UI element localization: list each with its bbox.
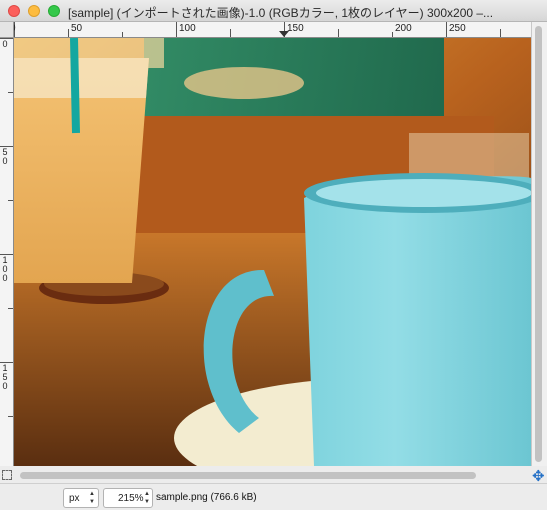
vruler-label: 0 [2,39,8,49]
horizontal-scroll-thumb[interactable] [20,472,476,479]
hruler-label-50: 50 [71,23,83,34]
horizontal-scrollbar-row [0,466,547,483]
close-window-button[interactable] [8,5,20,17]
quick-mask-toggle-icon[interactable] [2,470,12,480]
ruler-corner[interactable] [0,22,14,38]
hruler-label: 250 [449,23,466,34]
minimize-window-button[interactable] [28,5,40,17]
vruler-label: 5 0 [2,147,8,166]
status-bar: px ▲ ▼ 215% ▲ ▼ sample.png (766.6 kB) [0,483,547,510]
vertical-ruler[interactable]: 0 5 0 1 0 0 1 5 0 [0,38,14,466]
zoom-selector[interactable]: 215% ▲ ▼ [103,488,153,508]
maximize-window-button[interactable] [48,5,60,17]
unit-value: px [69,493,80,504]
hruler-label: 0 [14,23,16,34]
hruler-label: 150 [287,23,304,34]
zoom-stepper-icon[interactable]: ▲ ▼ [143,490,151,506]
vruler-label: 1 0 0 [2,255,8,283]
unit-stepper-icon[interactable]: ▲ ▼ [88,490,96,506]
vertical-scrollbar[interactable] [531,22,547,466]
zoom-value: 215% [118,493,144,504]
hruler-label: 100 [179,23,196,34]
window-title: [sample] (インポートされた画像)-1.0 (RGBカラー, 1枚のレイ… [68,6,494,20]
file-info: sample.png (766.6 kB) [156,492,257,503]
image-canvas[interactable] [14,38,531,466]
hruler-label: 200 [395,23,412,34]
vruler-label: 1 5 0 [2,363,8,391]
horizontal-ruler[interactable]: 0 50 100 150 200 250 50 [14,22,531,38]
title-bar: [sample] (インポートされた画像)-1.0 (RGBカラー, 1枚のレイ… [0,0,547,22]
vertical-scroll-thumb[interactable] [535,26,542,462]
unit-selector[interactable]: px ▲ ▼ [63,488,99,508]
